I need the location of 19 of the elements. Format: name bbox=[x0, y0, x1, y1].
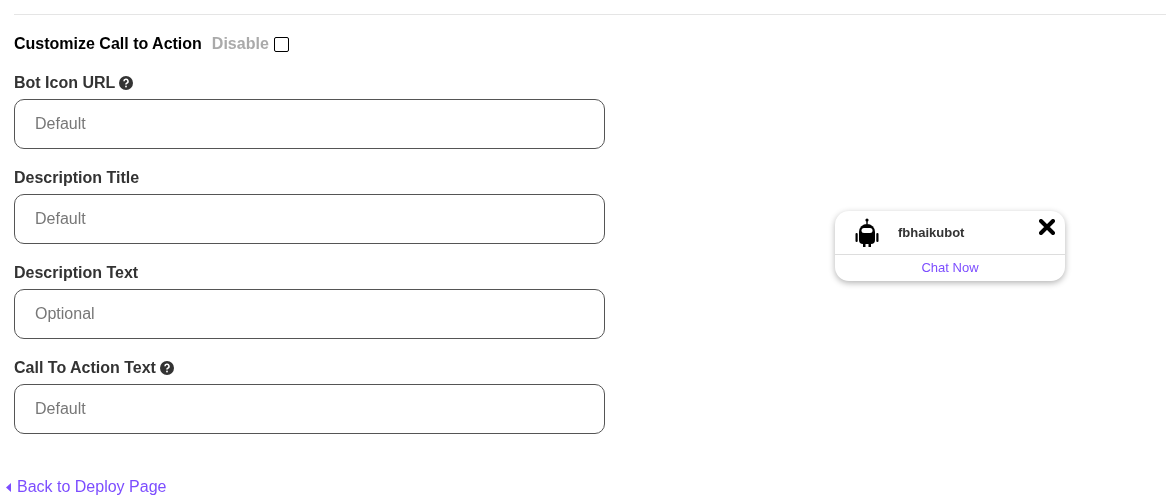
help-icon bbox=[119, 76, 134, 90]
text-field[interactable]: Default bbox=[14, 194, 605, 244]
caret-icon bbox=[6, 482, 11, 492]
help-icon bbox=[159, 361, 174, 375]
robot-icon bbox=[854, 217, 880, 248]
back-link[interactable]: Back to Deploy Page bbox=[6, 475, 167, 499]
text-field[interactable]: Optional bbox=[14, 289, 605, 339]
chat-now-link[interactable]: Chat Now bbox=[921, 258, 979, 278]
field-label: Bot Icon URL bbox=[14, 73, 116, 93]
disable-checkbox[interactable] bbox=[273, 36, 289, 52]
bot-name: fbhaikubot bbox=[898, 223, 965, 242]
disable-label: Disable bbox=[211, 34, 269, 54]
close-icon[interactable] bbox=[1039, 219, 1055, 235]
field-label: Call To Action Text bbox=[14, 358, 156, 378]
text-field[interactable]: Default bbox=[14, 384, 605, 434]
section-title: Customize Call to Action bbox=[14, 34, 202, 54]
text-field[interactable]: Default bbox=[14, 99, 605, 149]
field-label: Description Text bbox=[14, 263, 139, 283]
field-label: Description Title bbox=[14, 168, 140, 188]
